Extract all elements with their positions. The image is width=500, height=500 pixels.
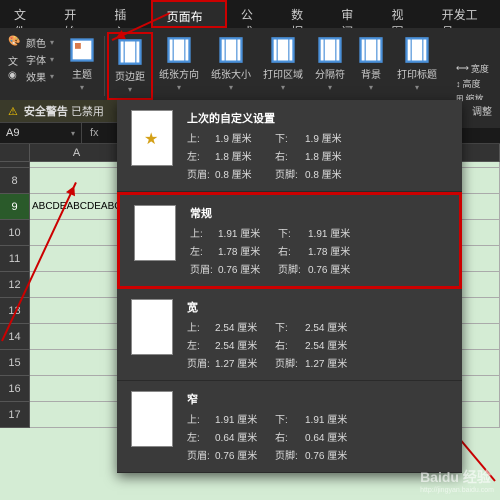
tab-开发工具[interactable]: 开发工具 xyxy=(428,0,500,28)
cell[interactable] xyxy=(30,220,124,246)
纸张大小-icon xyxy=(217,36,245,64)
tab-审阅[interactable]: 审阅 xyxy=(327,0,377,28)
cell[interactable] xyxy=(30,324,124,350)
打印区域-button[interactable]: 打印区域▾ xyxy=(257,32,309,100)
cell[interactable] xyxy=(30,376,124,402)
row-header[interactable]: 11 xyxy=(0,246,30,272)
effect-label[interactable]: 效果 xyxy=(26,69,46,84)
页边距-icon xyxy=(116,38,144,66)
tab-公式[interactable]: 公式 xyxy=(227,0,277,28)
背景-icon xyxy=(357,36,385,64)
column-header[interactable]: A xyxy=(30,144,124,162)
margin-preview-icon xyxy=(131,110,173,166)
color-label[interactable]: 颜色 xyxy=(26,35,46,50)
warning-icon: ⚠ xyxy=(8,105,18,118)
分隔符-icon xyxy=(316,36,344,64)
row-header[interactable]: 15 xyxy=(0,350,30,376)
theme-group: 🎨颜色▾ 文字体▾ ◉效果▾ xyxy=(0,32,62,87)
cell[interactable] xyxy=(30,350,124,376)
margins-dropdown: 上次的自定义设置上:1.9 厘米下:1.9 厘米左:1.8 厘米右:1.8 厘米… xyxy=(117,100,462,473)
tab-数据[interactable]: 数据 xyxy=(277,0,327,28)
margin-preview-icon xyxy=(134,205,176,261)
palette-icon: 🎨 xyxy=(8,36,22,50)
row-header[interactable]: 16 xyxy=(0,376,30,402)
adjust-label: 调整 xyxy=(464,100,500,121)
font-label[interactable]: 字体 xyxy=(26,52,46,67)
width-label[interactable]: 宽度 xyxy=(471,62,489,75)
纸张方向-button[interactable]: 纸张方向▾ xyxy=(153,32,205,100)
打印标题-button[interactable]: 打印标题▾ xyxy=(391,32,443,100)
纸张大小-button[interactable]: 纸张大小▾ xyxy=(205,32,257,100)
分隔符-button[interactable]: 分隔符▾ xyxy=(309,32,351,100)
打印标题-icon xyxy=(403,36,431,64)
tab-开始[interactable]: 开始 xyxy=(50,0,100,28)
row-header[interactable]: 17 xyxy=(0,402,30,428)
margin-preview-icon xyxy=(131,299,173,355)
margin-preset[interactable]: 窄上:1.91 厘米下:1.91 厘米左:0.64 厘米右:0.64 厘米页眉:… xyxy=(117,381,462,473)
security-label: 安全警告 xyxy=(24,103,68,119)
打印区域-icon xyxy=(269,36,297,64)
effect-icon: ◉ xyxy=(8,70,22,84)
tab-文件[interactable]: 文件 xyxy=(0,0,50,28)
theme-button[interactable]: 主题▾ xyxy=(62,32,102,96)
margin-preset[interactable]: 宽上:2.54 厘米下:2.54 厘米左:2.54 厘米右:2.54 厘米页眉:… xyxy=(117,289,462,381)
select-all-corner[interactable] xyxy=(0,144,30,162)
tab-视图[interactable]: 视图 xyxy=(377,0,427,28)
ribbon-tabs: 文件开始插入页面布局公式数据审阅视图开发工具 xyxy=(0,0,500,28)
row-header[interactable]: 9 xyxy=(0,194,30,220)
margin-preset[interactable]: 常规上:1.91 厘米下:1.91 厘米左:1.78 厘米右:1.78 厘米页眉… xyxy=(117,192,462,289)
security-status: 已禁用 xyxy=(71,103,104,119)
cell[interactable]: ABCDEABCDEABCDE xyxy=(30,194,124,220)
row-header[interactable]: 8 xyxy=(0,168,30,194)
margin-preset[interactable]: 上次的自定义设置上:1.9 厘米下:1.9 厘米左:1.8 厘米右:1.8 厘米… xyxy=(117,100,462,192)
row-header[interactable]: 12 xyxy=(0,272,30,298)
纸张方向-icon xyxy=(165,36,193,64)
margin-preview-icon xyxy=(131,391,173,447)
watermark: Baidu 经验 http://jingyan.baidu.com xyxy=(420,467,494,494)
height-label[interactable]: 高度 xyxy=(463,77,481,90)
cell[interactable] xyxy=(30,298,124,324)
name-box[interactable]: A9▾ xyxy=(0,123,82,143)
font-icon: 文 xyxy=(8,53,22,67)
cell[interactable] xyxy=(30,402,124,428)
背景-button[interactable]: 背景▾ xyxy=(351,32,391,100)
cell[interactable] xyxy=(30,272,124,298)
row-header[interactable]: 10 xyxy=(0,220,30,246)
ribbon-body: 🎨颜色▾ 文字体▾ ◉效果▾ 主题▾ 页边距▾纸张方向▾纸张大小▾打印区域▾分隔… xyxy=(0,28,500,100)
theme-label: 主题 xyxy=(72,66,92,81)
tab-页面布局[interactable]: 页面布局 xyxy=(151,0,227,28)
fx-icon[interactable]: fx xyxy=(82,127,107,139)
theme-icon xyxy=(68,36,96,64)
